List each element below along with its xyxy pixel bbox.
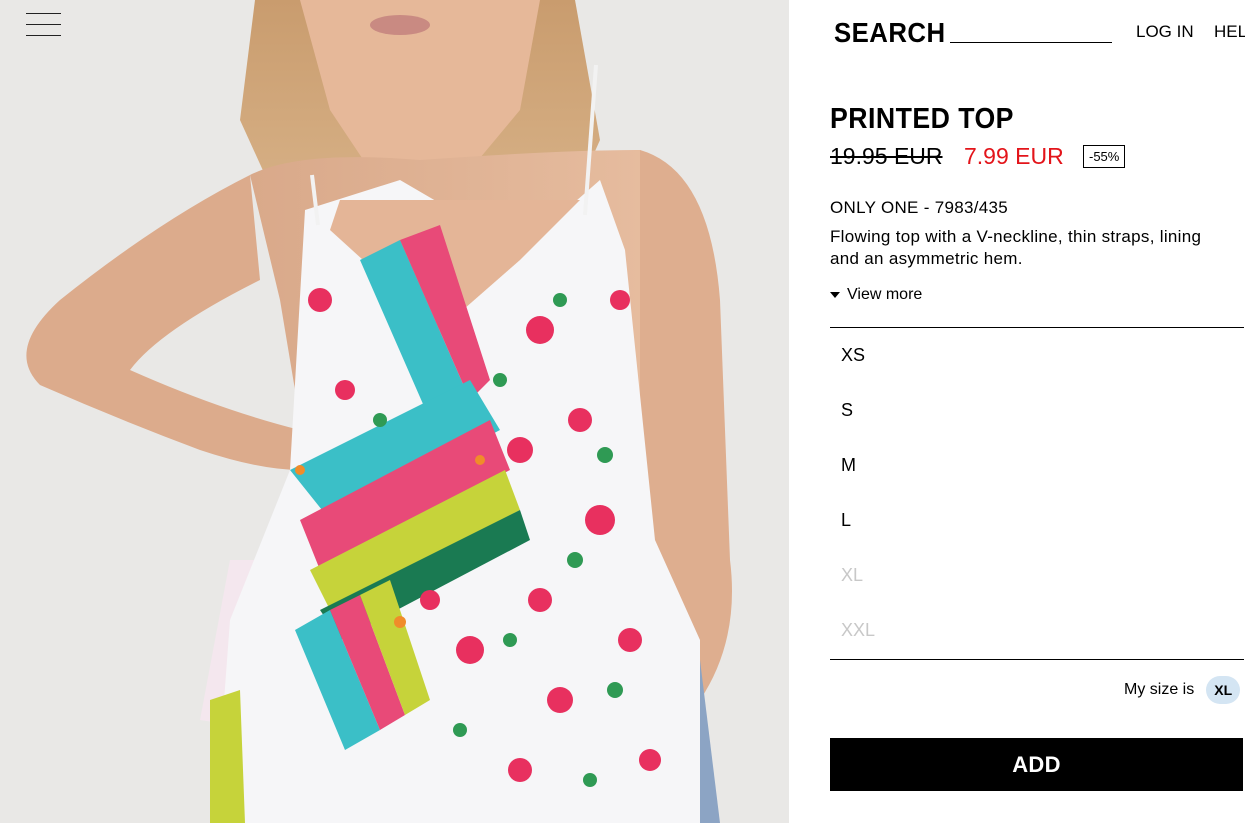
my-size-badge[interactable]: XL xyxy=(1206,676,1241,704)
hamburger-menu-icon[interactable] xyxy=(26,12,62,38)
view-more-toggle[interactable]: View more xyxy=(830,286,922,304)
size-option-xxl: XXL xyxy=(841,620,876,640)
view-more-label: View more xyxy=(847,286,923,303)
divider xyxy=(830,659,1244,660)
help-link[interactable]: HEL xyxy=(1214,22,1245,42)
size-option-xl: XL xyxy=(841,565,864,585)
discount-badge: -55% xyxy=(1083,145,1126,168)
search-label[interactable]: SEARCH xyxy=(834,17,946,49)
original-price: 19.95 EUR xyxy=(830,143,943,169)
size-option-s[interactable]: S xyxy=(830,383,1244,438)
login-link[interactable]: LOG IN xyxy=(1136,22,1194,42)
product-photo[interactable] xyxy=(0,0,789,823)
model-illustration xyxy=(0,0,789,823)
size-option-m[interactable]: M xyxy=(830,438,1244,493)
size-selector: XS S M L XL XXL xyxy=(830,328,1244,658)
size-option-l[interactable]: L xyxy=(830,493,1244,548)
product-reference: ONLY ONE - 7983/435 xyxy=(830,198,1008,217)
caret-down-icon xyxy=(830,292,840,298)
size-option-xs[interactable]: XS xyxy=(830,328,1244,383)
add-to-cart-button[interactable]: ADD xyxy=(830,738,1243,791)
product-description: Flowing top with a V-neckline, thin stra… xyxy=(830,227,1202,268)
product-title: PRINTED TOP xyxy=(830,103,1014,135)
sale-price: 7.99 EUR xyxy=(964,143,1064,169)
my-size-label: My size is xyxy=(1124,681,1195,698)
search-input[interactable] xyxy=(950,18,1112,43)
my-size-indicator: My size is XL xyxy=(1124,676,1241,704)
